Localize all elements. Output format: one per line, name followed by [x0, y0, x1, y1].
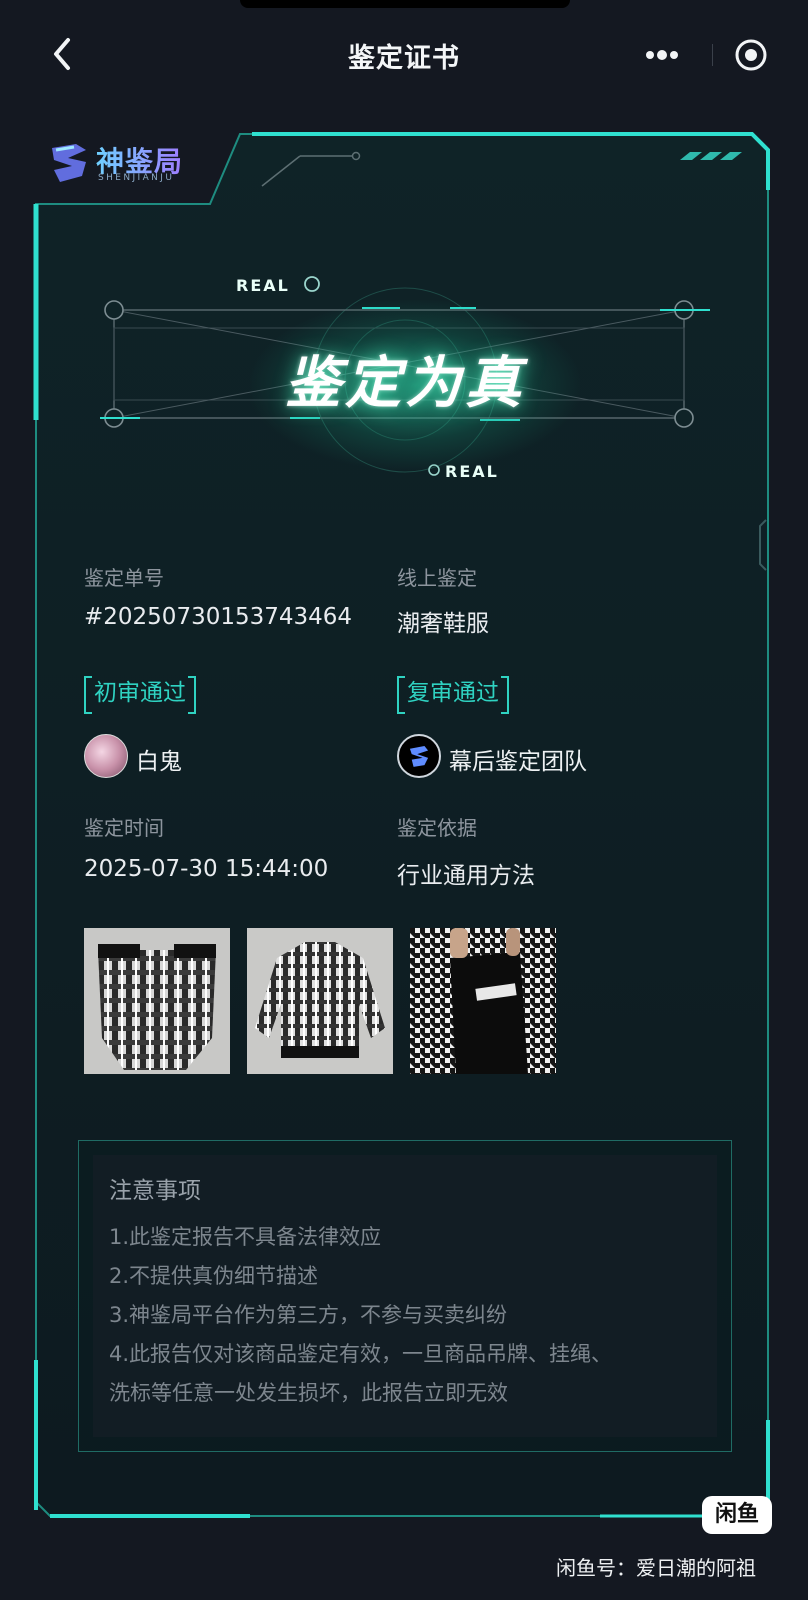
close-mini-program-button[interactable]: [732, 36, 770, 74]
brand-logo: 神鉴局 SHENJIANJU: [44, 138, 214, 192]
team-avatar[interactable]: [397, 734, 441, 778]
jacket-photo-image: [247, 928, 393, 1074]
auth-type-label: 线上鉴定: [397, 566, 477, 590]
notice-panel: 注意事项 1.此鉴定报告不具备法律效应 2.不提供真伪细节描述 3.神鉴局平台作…: [78, 1140, 732, 1452]
auth-category-value: 潮奢鞋服: [397, 611, 489, 637]
auth-basis-label: 鉴定依据: [397, 816, 477, 840]
notice-item: 2.不提供真伪细节描述: [109, 1264, 319, 1288]
label-photo-image: [410, 928, 556, 1074]
order-number-value: #20250730153743464: [84, 604, 353, 630]
reviewer-avatar[interactable]: [84, 734, 128, 778]
shield-logo-icon: [52, 144, 86, 182]
notice-item: 3.神鉴局平台作为第三方，不参与买卖纠纷: [109, 1303, 508, 1327]
notice-content: 注意事项 1.此鉴定报告不具备法律效应 2.不提供真伪细节描述 3.神鉴局平台作…: [93, 1155, 717, 1437]
item-photo-2[interactable]: [247, 928, 393, 1074]
verdict-title: 鉴定为真: [285, 351, 525, 416]
real-tag-bottom: REAL: [445, 462, 499, 481]
xianyu-watermark-logo: 闲鱼: [702, 1496, 772, 1534]
second-review-badge: 复审通过: [397, 676, 509, 714]
jacket-photo-image: [84, 928, 230, 1074]
real-tag-top: REAL: [236, 276, 290, 295]
verdict-hero: REAL 鉴定为真 REAL: [100, 270, 710, 490]
notice-item: 洗标等任意一处发生损坏，此报告立即无效: [109, 1381, 508, 1405]
auth-time-label: 鉴定时间: [84, 816, 164, 840]
capsule-divider: [712, 44, 713, 66]
notice-title: 注意事项: [109, 1178, 201, 1204]
phone-notch: [240, 0, 570, 8]
brand-subtitle: SHENJIANJU: [98, 173, 175, 183]
mini-program-capsule: [632, 34, 782, 76]
notice-item: 1.此鉴定报告不具备法律效应: [109, 1225, 382, 1249]
target-icon: [735, 39, 767, 71]
first-review-badge: 初审通过: [84, 676, 196, 714]
auth-time-value: 2025-07-30 15:44:00: [84, 856, 329, 882]
shield-logo-icon: [409, 746, 429, 767]
auth-basis-value: 行业通用方法: [397, 863, 535, 889]
item-photo-1[interactable]: [84, 928, 230, 1074]
more-dots-icon: [646, 50, 678, 60]
second-reviewer-name: 幕后鉴定团队: [449, 749, 587, 775]
nav-bar: 鉴定证书: [0, 20, 808, 90]
notice-item: 4.此报告仅对该商品鉴定有效，一旦商品吊牌、挂绳、: [109, 1342, 613, 1366]
item-photo-3[interactable]: [410, 928, 556, 1074]
more-button[interactable]: [632, 34, 702, 76]
first-reviewer-name: 白鬼: [136, 749, 182, 775]
order-number-label: 鉴定单号: [84, 566, 164, 590]
xianyu-watermark-text: 闲鱼号：爱日潮的阿祖: [556, 1556, 756, 1580]
